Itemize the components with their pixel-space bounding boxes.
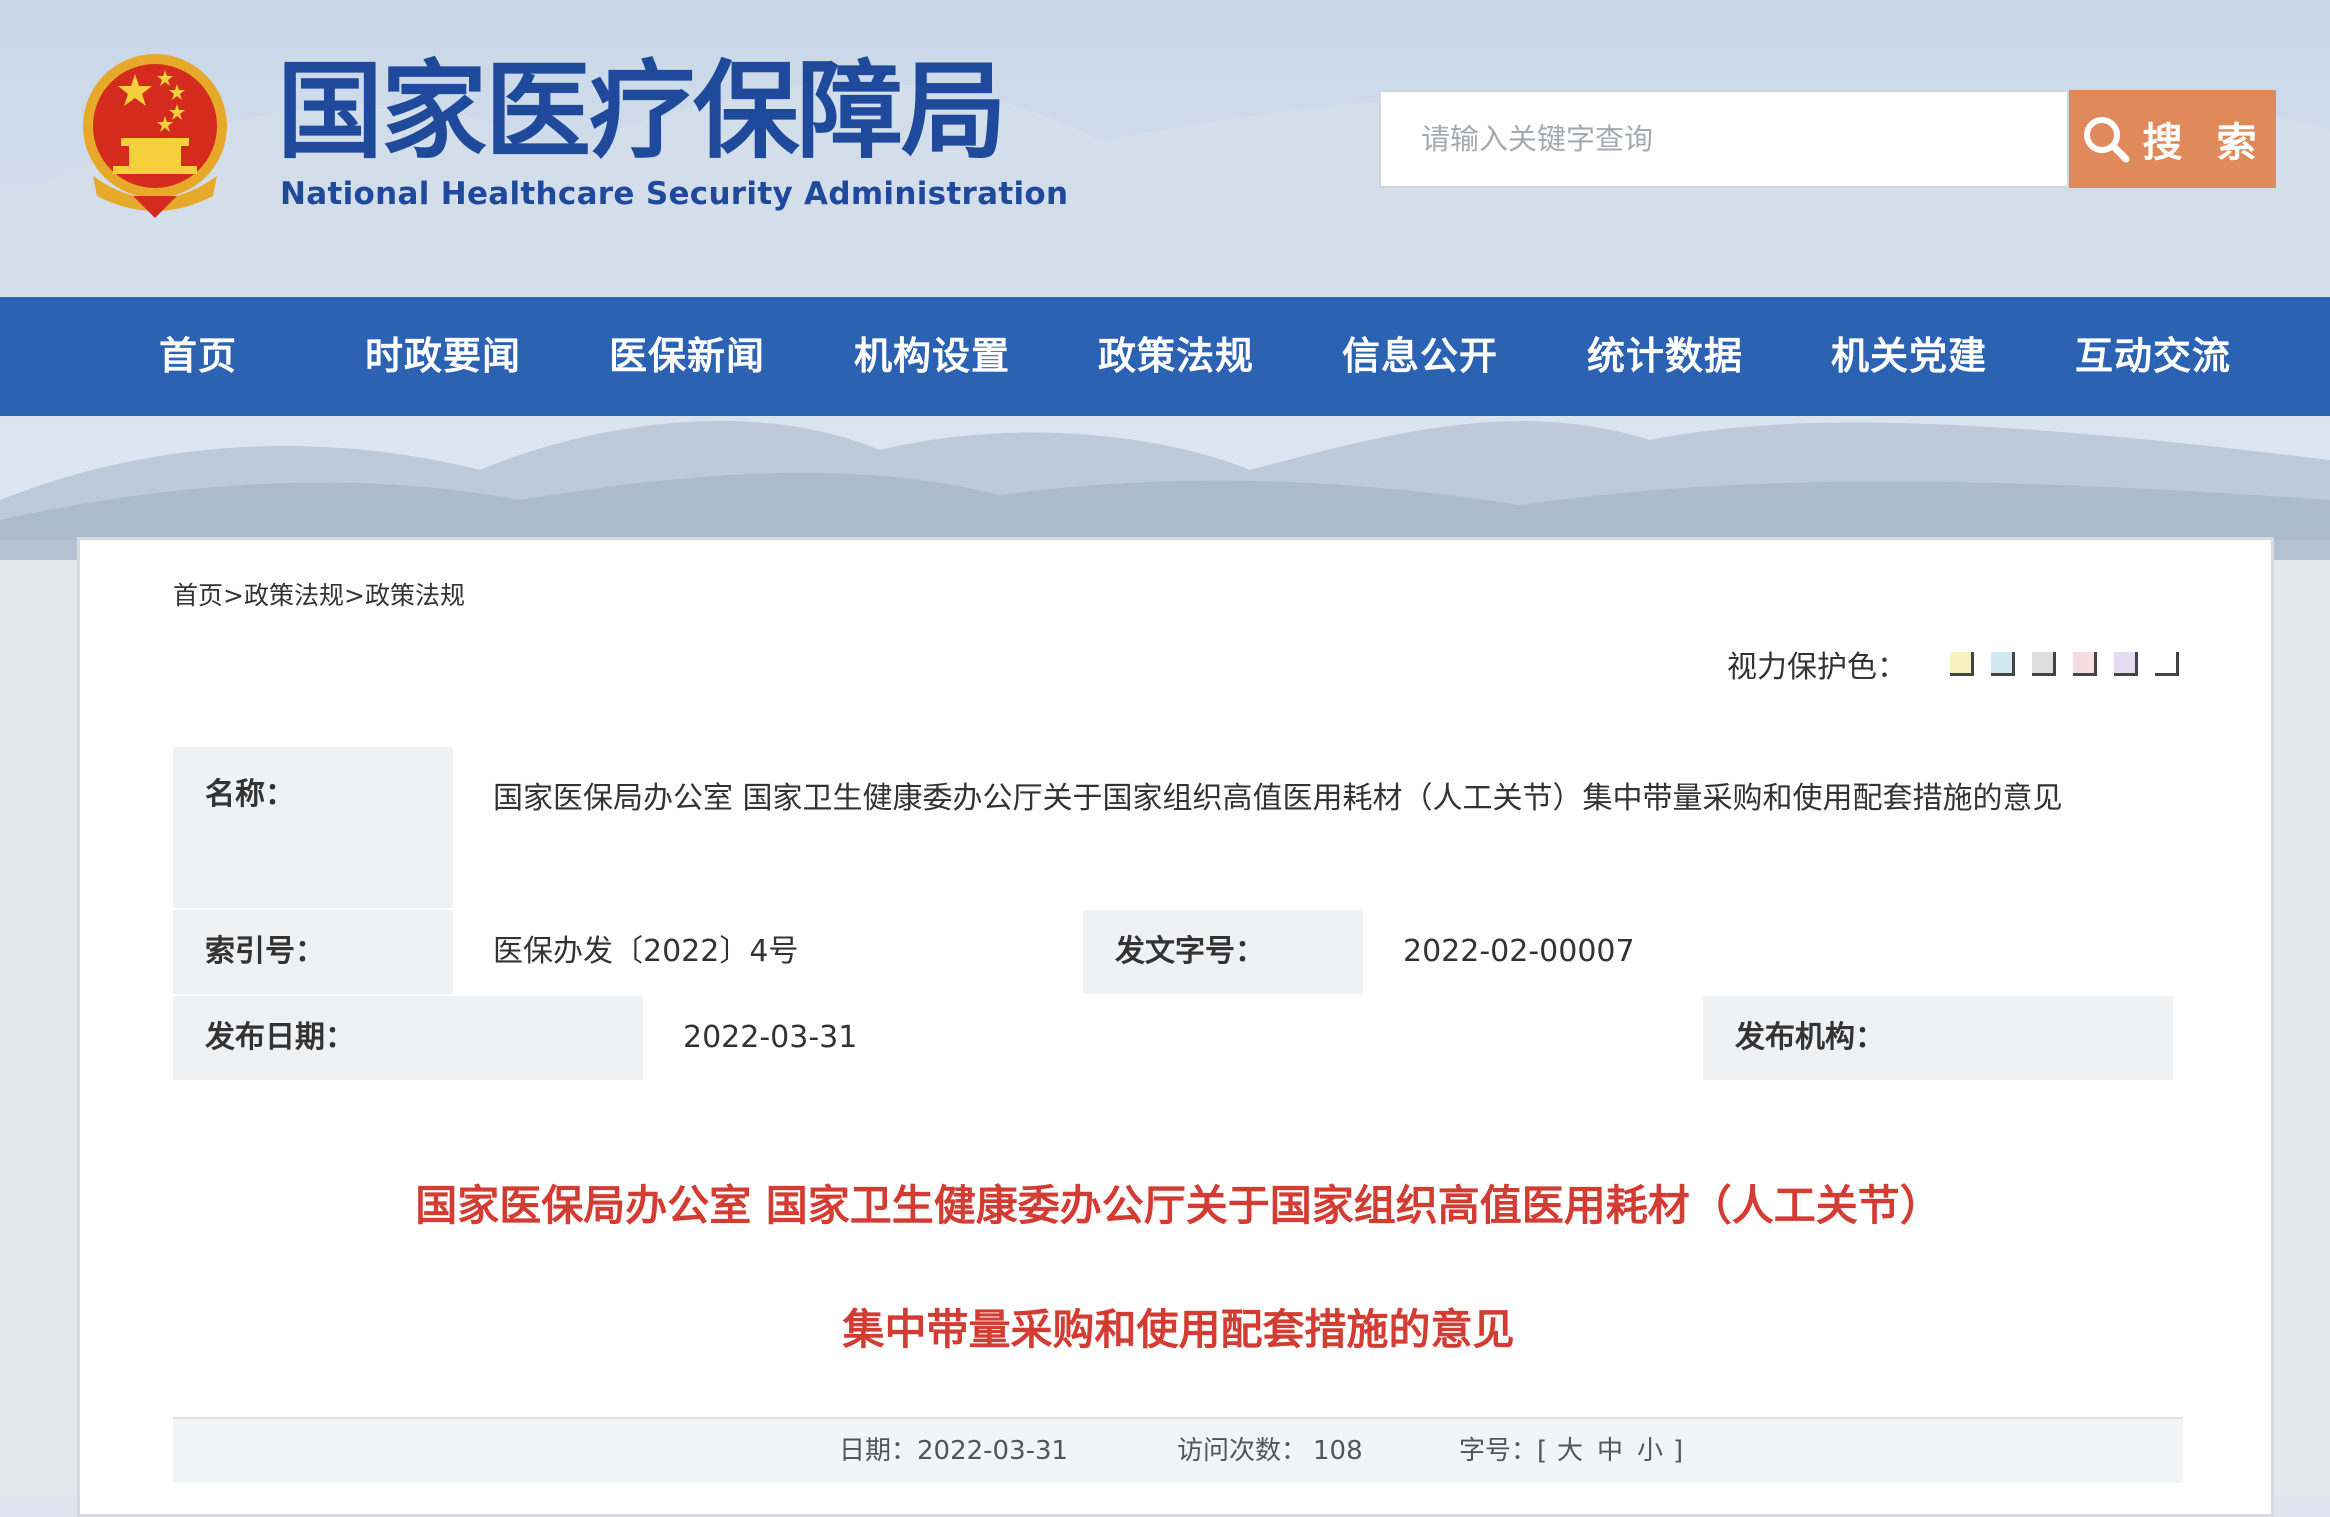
info-row-name: 名称： 国家医保局办公室 国家卫生健康委办公厅关于国家组织高值医用耗材（人工关节… [173, 747, 2173, 910]
nav-item-statistics[interactable]: 统计数据 [1587, 297, 1743, 416]
site-header: 国家医疗保障局 National Healthcare Security Adm… [0, 0, 2330, 297]
nav-item-interaction[interactable]: 互动交流 [2075, 297, 2231, 416]
national-emblem-icon[interactable] [73, 46, 238, 221]
info-row-date: 发布日期： 2022-03-31 发布机构： [173, 996, 2173, 1082]
doc-number-value: 2022-02-00007 [1363, 910, 2173, 994]
document-title-line2: 集中带量采购和使用配套措施的意见 [842, 1305, 1515, 1354]
breadcrumb-separator: > [343, 581, 365, 610]
nav-item-healthcare-news[interactable]: 医保新闻 [609, 297, 765, 416]
publish-date-value: 2022-03-31 [643, 996, 1703, 1080]
font-size-bracket-close: ] [1673, 1436, 1684, 1466]
index-label: 索引号： [173, 910, 453, 994]
meta-visits-label: 访问次数： [1177, 1436, 1308, 1466]
swatch-white[interactable] [2155, 652, 2179, 676]
nav-item-home[interactable]: 首页 [159, 297, 237, 416]
breadcrumb-policy-sub[interactable]: 政策法规 [365, 581, 465, 610]
swatch-yellow[interactable] [1950, 652, 1974, 676]
publish-org-label: 发布机构： [1703, 996, 2173, 1080]
swatch-pink[interactable] [2073, 652, 2097, 676]
index-value: 医保办发〔2022〕4号 [453, 910, 1083, 994]
nav-item-party[interactable]: 机关党建 [1831, 297, 1987, 416]
name-label: 名称： [173, 747, 453, 908]
nav-item-disclosure[interactable]: 信息公开 [1342, 297, 1498, 416]
site-title-en: National Healthcare Security Administrat… [280, 176, 1069, 212]
breadcrumb: 首页>政策法规>政策法规 [173, 576, 465, 612]
content-panel: 首页>政策法规>政策法规 视力保护色： 名称： 国家医保局办公室 国家卫生健康委… [77, 537, 2274, 1517]
font-size-medium[interactable]: 中 [1597, 1419, 1623, 1483]
breadcrumb-policy[interactable]: 政策法规 [244, 581, 344, 610]
meta-date-value: 2022-03-31 [917, 1436, 1069, 1466]
document-title-line1: 国家医保局办公室 国家卫生健康委办公厅关于国家组织高值医用耗材（人工关节） [415, 1181, 1942, 1230]
search-input[interactable] [1379, 90, 2069, 188]
breadcrumb-separator: > [223, 581, 244, 610]
swatch-blue[interactable] [1991, 652, 2015, 676]
eye-protect-label: 视力保护色： [1727, 650, 1907, 685]
swatch-purple[interactable] [2114, 652, 2138, 676]
font-size-small[interactable]: 小 [1637, 1419, 1663, 1483]
nav-item-organization[interactable]: 机构设置 [854, 297, 1010, 416]
meta-font-size-label: 字号： [1459, 1436, 1538, 1466]
font-size-large[interactable]: 大 [1557, 1419, 1583, 1483]
meta-visits-value: 108 [1313, 1436, 1363, 1466]
font-size-bracket-open: [ [1537, 1436, 1548, 1466]
info-row-index: 索引号： 医保办发〔2022〕4号 发文字号： 2022-02-00007 [173, 910, 2173, 996]
search-icon [2083, 117, 2130, 163]
nav-item-politics-news[interactable]: 时政要闻 [365, 297, 521, 416]
search-button-label: 搜 索 [2142, 120, 2267, 166]
name-value: 国家医保局办公室 国家卫生健康委办公厅关于国家组织高值医用耗材（人工关节）集中带… [453, 747, 2173, 908]
nav-item-policy[interactable]: 政策法规 [1098, 297, 1254, 416]
article-meta-bar: 日期： 2022-03-31 访问次数： 108 字号： [ 大 中 小 ] [173, 1417, 2183, 1483]
main-nav: 首页 时政要闻 医保新闻 机构设置 政策法规 信息公开 统计数据 机关党建 互动… [0, 297, 2330, 416]
publish-date-label: 发布日期： [173, 996, 643, 1080]
site-title-cn[interactable]: 国家医疗保障局 [277, 52, 1007, 172]
doc-number-label: 发文字号： [1083, 910, 1363, 994]
document-info-table: 名称： 国家医保局办公室 国家卫生健康委办公厅关于国家组织高值医用耗材（人工关节… [173, 747, 2173, 1082]
breadcrumb-home[interactable]: 首页 [173, 581, 223, 610]
meta-date-label: 日期： [839, 1436, 918, 1466]
search-button[interactable]: 搜 索 [2069, 90, 2276, 188]
eye-protect-colors: 视力保护色： [1727, 644, 2179, 685]
swatch-gray[interactable] [2032, 652, 2056, 676]
